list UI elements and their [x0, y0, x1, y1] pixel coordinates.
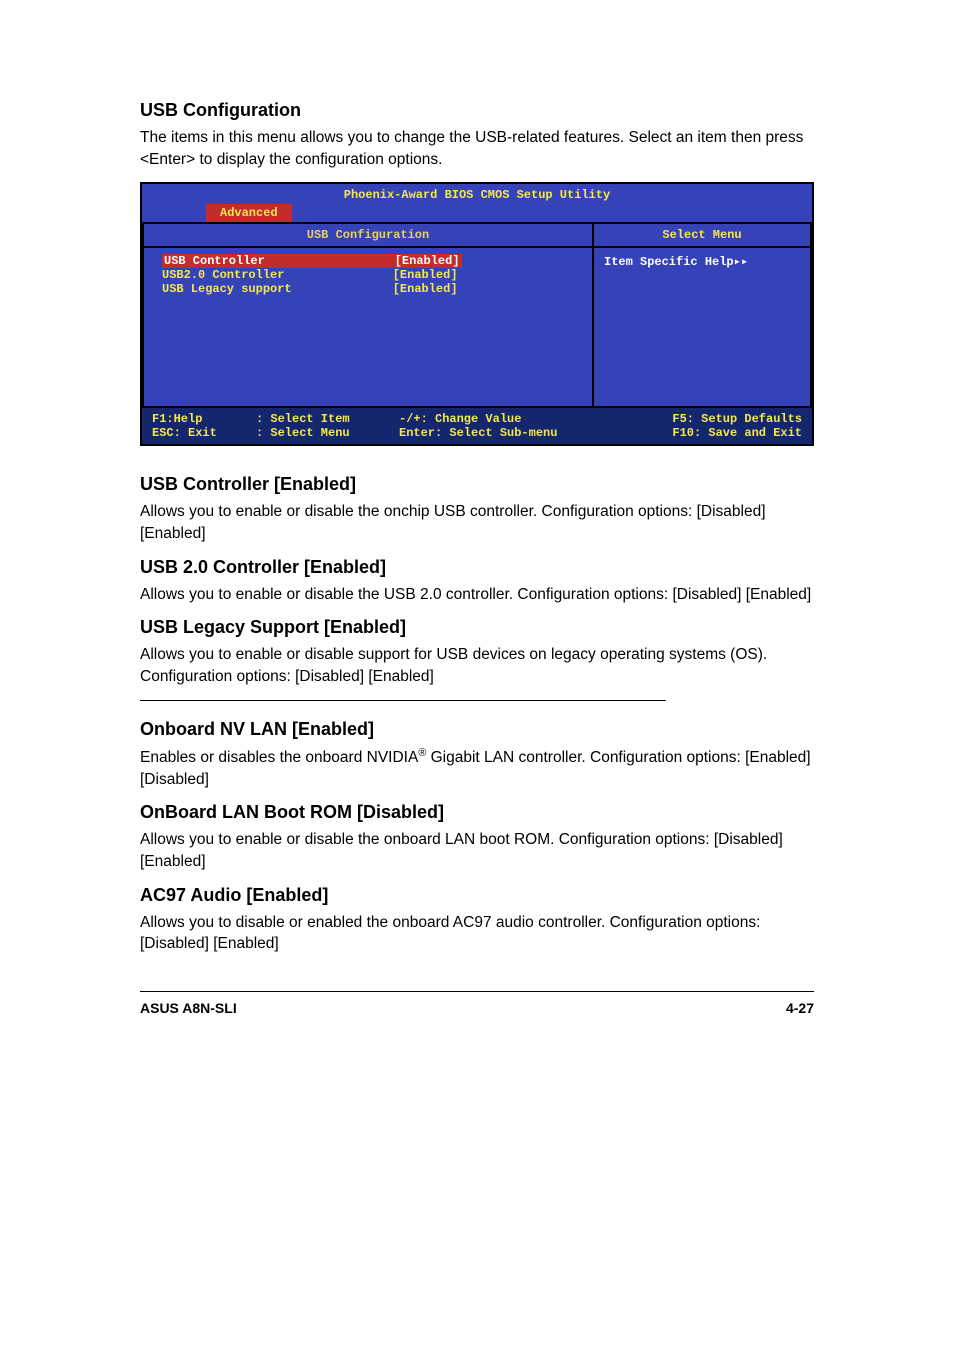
bios-item-usb20[interactable]: USB2.0 Controller [Enabled] — [162, 268, 574, 282]
heading-usb-controller: USB Controller [Enabled] — [140, 474, 814, 495]
bios-item-value: [Enabled] — [393, 282, 458, 296]
footer-pagenum: 4-27 — [786, 1000, 814, 1016]
text-legacy: Allows you to enable or disable support … — [140, 644, 814, 687]
text-bootrom: Allows you to enable or disable the onbo… — [140, 829, 814, 872]
heading-usb20: USB 2.0 Controller [Enabled] — [140, 557, 814, 578]
bios-item-value: [Enabled] — [393, 268, 458, 282]
bios-item-legacy[interactable]: USB Legacy support [Enabled] — [162, 282, 574, 296]
text-ac97: Allows you to disable or enabled the onb… — [140, 912, 814, 955]
bios-help-body: Item Specific Help — [594, 248, 810, 275]
bios-item-usb-controller[interactable]: USB Controller [Enabled] — [162, 254, 574, 268]
bios-item-value: [Enabled] — [393, 254, 462, 268]
bios-left-panel: USB Configuration USB Controller [Enable… — [142, 222, 592, 408]
heading-bootrom: OnBoard LAN Boot ROM [Disabled] — [140, 802, 814, 823]
heading-nvlan: Onboard NV LAN [Enabled] — [140, 719, 814, 740]
text-nvlan-a: Enables or disables the onboard NVIDIA — [140, 749, 418, 766]
footer-change: -/+: Change Value — [399, 412, 607, 426]
bios-footer: F1:Help ESC: Exit : Select Item : Select… — [142, 408, 812, 444]
footer-product: ASUS A8N-SLI — [140, 1000, 237, 1016]
divider — [140, 700, 666, 701]
footer-enter: Enter: Select Sub-menu — [399, 426, 607, 440]
bios-tabs: Advanced — [142, 204, 812, 222]
page-footer: ASUS A8N-SLI 4-27 — [140, 991, 814, 1016]
footer-col: F5: Setup Defaults F10: Save and Exit — [607, 412, 802, 440]
footer-esc: ESC: Exit — [152, 426, 256, 440]
bios-body: USB Controller [Enabled] USB2.0 Controll… — [144, 248, 592, 406]
footer-sel-menu: : Select Menu — [256, 426, 399, 440]
bios-tab-advanced: Advanced — [206, 204, 292, 222]
bios-item-label: USB Legacy support — [162, 282, 393, 296]
footer-f5: F5: Setup Defaults — [607, 412, 802, 426]
text-usb-config: The items in this menu allows you to cha… — [140, 127, 814, 170]
footer-f1: F1:Help — [152, 412, 256, 426]
bios-right-head: Select Menu — [594, 224, 810, 248]
section: USB Configuration The items in this menu… — [140, 100, 814, 170]
bios-help-text: Item Specific Help — [604, 255, 734, 269]
heading-usb-config: USB Configuration — [140, 100, 814, 121]
text-usb-controller: Allows you to enable or disable the onch… — [140, 501, 814, 544]
bios-item-label: USB2.0 Controller — [162, 268, 393, 282]
text-usb20: Allows you to enable or disable the USB … — [140, 584, 814, 606]
bios-screenshot: Phoenix-Award BIOS CMOS Setup Utility Ad… — [140, 182, 814, 446]
bios-right-panel: Select Menu Item Specific Help — [592, 222, 812, 408]
bios-left-head: USB Configuration — [144, 224, 592, 248]
text-nvlan: Enables or disables the onboard NVIDIA® … — [140, 746, 814, 791]
footer-col: : Select Item : Select Menu — [256, 412, 399, 440]
arrow-right-icon — [734, 255, 748, 269]
tab-spacer — [142, 204, 206, 222]
footer-col: -/+: Change Value Enter: Select Sub-menu — [399, 412, 607, 440]
footer-f10: F10: Save and Exit — [607, 426, 802, 440]
heading-legacy: USB Legacy Support [Enabled] — [140, 617, 814, 638]
footer-col: F1:Help ESC: Exit — [152, 412, 256, 440]
bios-title: Phoenix-Award BIOS CMOS Setup Utility — [142, 184, 812, 204]
footer-sel-item: : Select Item — [256, 412, 399, 426]
heading-ac97: AC97 Audio [Enabled] — [140, 885, 814, 906]
bios-item-label: USB Controller — [162, 254, 393, 268]
